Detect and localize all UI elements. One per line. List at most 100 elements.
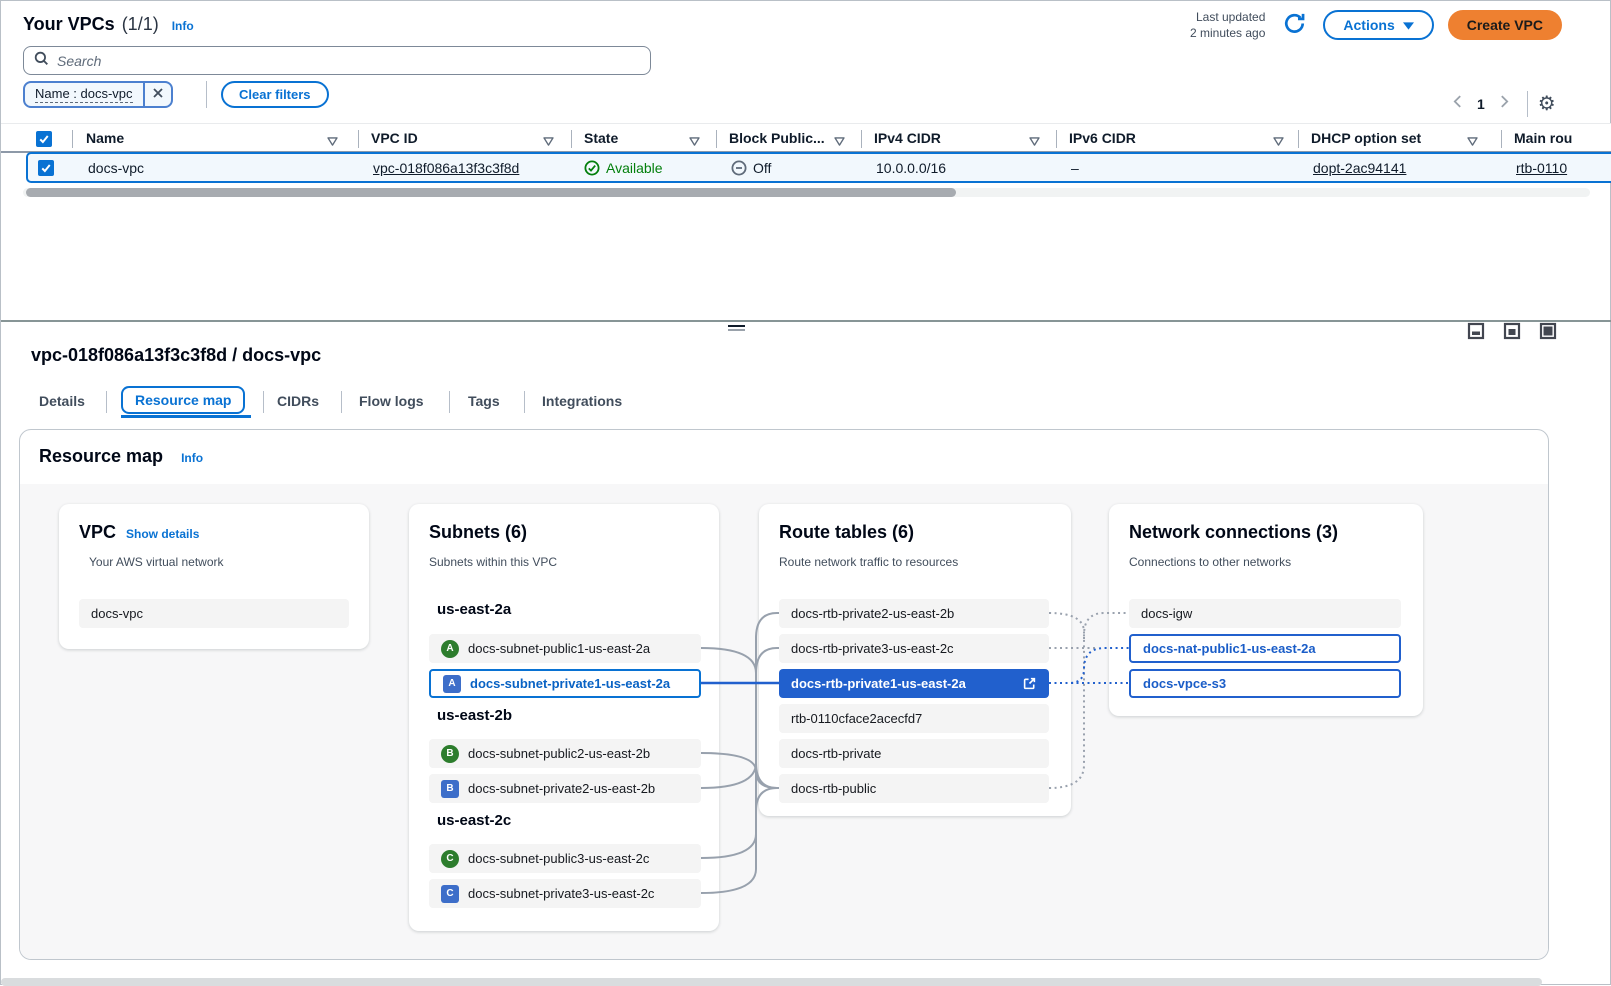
panel-size-large-icon[interactable]: [1539, 322, 1557, 340]
search-icon: [34, 51, 49, 71]
filter-icon[interactable]: [689, 133, 700, 151]
table-row[interactable]: docs-vpc vpc-018f086a13f3c3f8d Available…: [26, 152, 1611, 183]
cell-block-public-label: Off: [753, 160, 771, 176]
clear-filters-button[interactable]: Clear filters: [221, 81, 329, 108]
route-table-label: rtb-0110cface2acecfd7: [791, 711, 922, 726]
refresh-icon: [1281, 10, 1308, 40]
subnet-item-private2[interactable]: B docs-subnet-private2-us-east-2b: [429, 774, 701, 803]
vpc-item[interactable]: docs-vpc: [79, 599, 349, 628]
subnet-item-label: docs-subnet-public3-us-east-2c: [468, 851, 649, 866]
column-dhcp-option-set[interactable]: DHCP option set: [1311, 130, 1421, 146]
subnet-item-label: docs-subnet-public2-us-east-2b: [468, 746, 650, 761]
tab-cidrs[interactable]: CIDRs: [277, 393, 319, 409]
page-header: Your VPCs (1/1) Info: [23, 14, 194, 35]
subnet-item-private3[interactable]: C docs-subnet-private3-us-east-2c: [429, 879, 701, 908]
subnet-item-public3[interactable]: C docs-subnet-public3-us-east-2c: [429, 844, 701, 873]
vpc-card-description: Your AWS virtual network: [89, 555, 224, 569]
route-table-label: docs-rtb-private2-us-east-2b: [791, 606, 954, 621]
route-table-item[interactable]: rtb-0110cface2acecfd7: [779, 704, 1049, 733]
gear-icon[interactable]: ⚙: [1538, 94, 1556, 114]
filter-token-body[interactable]: Name : docs-vpc: [25, 83, 143, 106]
row-checkbox[interactable]: [38, 160, 54, 176]
route-tables-card-title: Route tables (6): [779, 522, 914, 543]
filter-icon[interactable]: [1467, 133, 1478, 151]
tab-integrations[interactable]: Integrations: [542, 393, 622, 409]
network-connections-card-description: Connections to other networks: [1129, 555, 1291, 569]
route-tables-card-description: Route network traffic to resources: [779, 555, 958, 569]
chevron-right-icon: [1500, 94, 1509, 114]
subnet-item-label: docs-subnet-private1-us-east-2a: [470, 676, 670, 691]
last-updated-label: Last updated: [1190, 9, 1265, 25]
filter-token-dismiss[interactable]: [143, 83, 171, 106]
filter-separator: [206, 81, 207, 108]
panel-size-small-icon[interactable]: [1467, 322, 1485, 340]
az-a-public-badge: A: [441, 640, 459, 658]
page-number[interactable]: 1: [1469, 96, 1493, 112]
create-vpc-button[interactable]: Create VPC: [1448, 10, 1562, 40]
tab-resource-map[interactable]: Resource map: [121, 386, 245, 414]
tab-tags[interactable]: Tags: [468, 393, 500, 409]
actions-button[interactable]: Actions: [1323, 10, 1433, 40]
az-c-private-badge: C: [441, 885, 459, 903]
route-table-item[interactable]: docs-rtb-public: [779, 774, 1049, 803]
tab-flow-logs[interactable]: Flow logs: [359, 393, 424, 409]
network-item-igw[interactable]: docs-igw: [1129, 599, 1401, 628]
external-link-icon[interactable]: [1022, 676, 1037, 691]
next-page-button[interactable]: [1493, 93, 1517, 115]
search-input[interactable]: [57, 53, 640, 69]
subnet-item-private1-selected[interactable]: A docs-subnet-private1-us-east-2a: [429, 669, 701, 698]
previous-page-button[interactable]: [1445, 93, 1469, 115]
route-table-item[interactable]: docs-rtb-private3-us-east-2c: [779, 634, 1049, 663]
vpc-show-details-link[interactable]: Show details: [126, 527, 199, 541]
refresh-button[interactable]: [1279, 10, 1309, 40]
subnet-item-public1[interactable]: A docs-subnet-public1-us-east-2a: [429, 634, 701, 663]
cell-dhcp-link[interactable]: dopt-2ac94141: [1313, 160, 1406, 176]
route-table-item[interactable]: docs-rtb-private2-us-east-2b: [779, 599, 1049, 628]
column-divider: [72, 130, 73, 148]
table-horizontal-scrollbar: [23, 188, 1590, 197]
search-box: [23, 46, 651, 75]
scrollbar-thumb[interactable]: [26, 188, 956, 197]
column-vpc-id[interactable]: VPC ID: [371, 130, 418, 146]
filter-icon[interactable]: [1029, 133, 1040, 151]
resource-map-info-link[interactable]: Info: [181, 451, 203, 465]
column-block-public[interactable]: Block Public...: [729, 130, 825, 146]
cell-main-route-link[interactable]: rtb-0110: [1516, 160, 1567, 176]
subnet-item-public2[interactable]: B docs-subnet-public2-us-east-2b: [429, 739, 701, 768]
caret-down-icon: [1403, 17, 1414, 33]
column-divider: [861, 130, 862, 148]
vpc-card-title: VPC: [79, 522, 116, 543]
route-table-item-selected[interactable]: docs-rtb-private1-us-east-2a: [779, 669, 1049, 698]
column-name[interactable]: Name: [86, 130, 124, 146]
filter-icon[interactable]: [834, 133, 845, 151]
panel-size-medium-icon[interactable]: [1503, 322, 1521, 340]
az-c-public-badge: C: [441, 850, 459, 868]
subnets-card-title: Subnets (6): [429, 522, 527, 543]
column-divider: [1056, 130, 1057, 148]
network-item-nat-highlighted[interactable]: docs-nat-public1-us-east-2a: [1129, 634, 1401, 663]
column-main-route-table[interactable]: Main rou: [1514, 130, 1572, 146]
route-table-item[interactable]: docs-rtb-private: [779, 739, 1049, 768]
column-ipv4-cidr[interactable]: IPv4 CIDR: [874, 130, 941, 146]
pagination: 1 ⚙: [1445, 91, 1556, 117]
resource-map-header: Resource map Info: [39, 446, 203, 467]
table-header: Name VPC ID State Block Public... IPv4 C…: [1, 123, 1611, 153]
split-panel-drag-handle[interactable]: [728, 325, 745, 333]
subnet-item-label: docs-subnet-private2-us-east-2b: [468, 781, 655, 796]
filter-icon[interactable]: [327, 133, 338, 151]
cell-vpc-id-link[interactable]: vpc-018f086a13f3c3f8d: [373, 160, 519, 176]
column-ipv6-cidr[interactable]: IPv6 CIDR: [1069, 130, 1136, 146]
page-info-link[interactable]: Info: [172, 19, 194, 33]
network-item-vpce-highlighted[interactable]: docs-vpce-s3: [1129, 669, 1401, 698]
filter-token-label: Name : docs-vpc: [35, 86, 133, 103]
filter-icon[interactable]: [543, 133, 554, 151]
select-all-checkbox[interactable]: [36, 131, 52, 147]
column-state[interactable]: State: [584, 130, 618, 146]
vpc-console-page: { "page": { "title": "Your VPCs", "count…: [0, 0, 1611, 985]
filter-icon[interactable]: [1273, 133, 1284, 151]
tab-details[interactable]: Details: [39, 393, 85, 409]
last-updated: Last updated 2 minutes ago: [1190, 9, 1265, 41]
pager-separator: [1527, 91, 1528, 117]
cell-state: Available: [584, 160, 663, 176]
tab-resource-map-label: Resource map: [135, 392, 231, 408]
